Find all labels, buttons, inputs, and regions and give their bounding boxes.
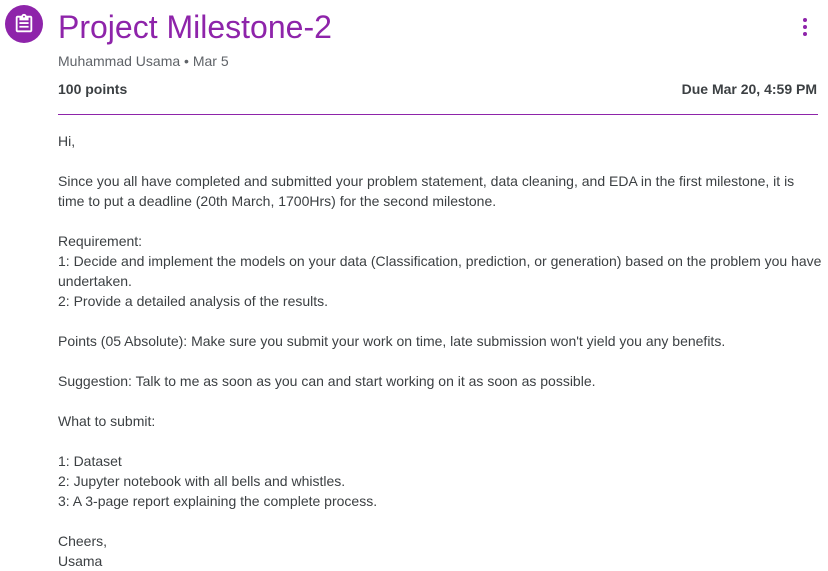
clipboard-icon (15, 13, 33, 33)
instruction-line: 3: A 3-page report explaining the comple… (58, 493, 378, 509)
instruction-line: Hi, (58, 133, 76, 149)
more-options-button[interactable] (790, 12, 820, 42)
instruction-line (58, 431, 823, 451)
instruction-line (58, 211, 823, 231)
assignment-instructions: Hi, Since you all have completed and sub… (58, 131, 823, 571)
assignment-meta: Muhammad Usama • Mar 5 (58, 52, 229, 70)
instruction-line: 1: Dataset (58, 453, 122, 469)
header-divider (58, 114, 818, 115)
assignment-title: Project Milestone-2 (58, 9, 332, 45)
instruction-line: 2: Jupyter notebook with all bells and w… (58, 473, 346, 489)
instruction-line: Points (05 Absolute): Make sure you subm… (58, 333, 726, 349)
instruction-line (58, 311, 823, 331)
meta-separator: • (184, 53, 189, 69)
instruction-line: Since you all have completed and submitt… (58, 173, 795, 209)
due-date: Due Mar 20, 4:59 PM (681, 81, 817, 97)
instruction-line: What to submit: (58, 413, 156, 429)
instruction-line (58, 511, 823, 531)
instruction-line: 2: Provide a detailed analysis of the re… (58, 293, 329, 309)
more-vert-icon (803, 18, 807, 22)
assignment-icon (5, 5, 43, 43)
instruction-line (58, 151, 823, 171)
instruction-line (58, 351, 823, 371)
instruction-line: Requirement: (58, 233, 143, 249)
author-name: Muhammad Usama (58, 53, 181, 69)
instruction-line: Usama (58, 553, 103, 569)
instruction-line: 1: Decide and implement the models on yo… (58, 253, 822, 289)
instruction-line: Cheers, (58, 533, 108, 549)
instruction-line (58, 391, 823, 411)
instruction-line: Suggestion: Talk to me as soon as you ca… (58, 373, 596, 389)
points-value: 100 points (58, 81, 128, 97)
post-date: Mar 5 (192, 53, 229, 69)
